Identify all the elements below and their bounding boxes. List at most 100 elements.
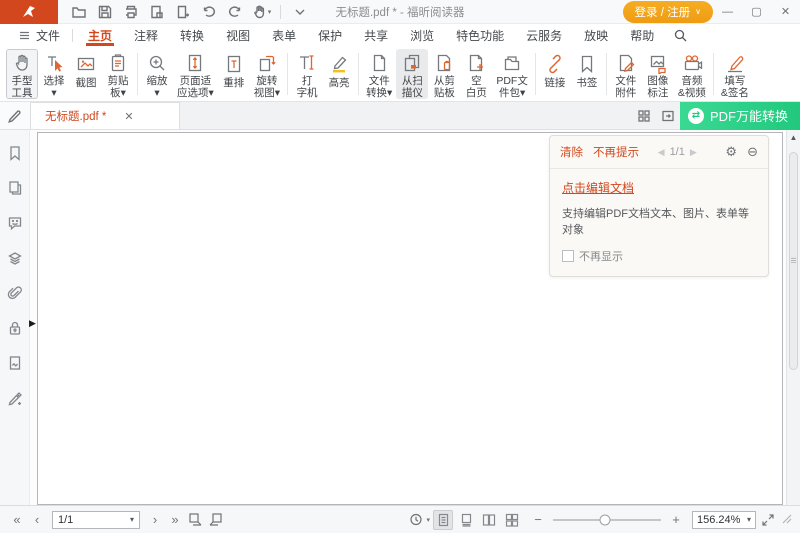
from-scanner-button[interactable]: 从扫 描仪 (396, 49, 428, 99)
zoom-button[interactable]: 缩放 ▾ (141, 49, 173, 99)
select-tool-button[interactable]: 选择 ▾ (38, 49, 70, 99)
edit-pencil-icon[interactable] (0, 102, 30, 129)
tab-close-icon[interactable]: ✕ (124, 110, 133, 123)
tab-switch-icon[interactable] (656, 105, 680, 127)
fit-page-icon (183, 52, 207, 74)
zoom-out-button[interactable]: − (529, 510, 547, 530)
redo-icon[interactable] (224, 2, 246, 22)
zoom-slider-handle[interactable] (599, 514, 610, 525)
scroll-up-icon[interactable]: ▲ (787, 133, 800, 142)
hand-tool-quick-icon[interactable]: ▾ (250, 2, 272, 22)
highlight-button[interactable]: 高亮 (323, 49, 355, 99)
reflow-button[interactable]: 重排 (218, 49, 250, 99)
fill-sign-button[interactable]: 填写 &签名 (717, 49, 753, 99)
duplicate-page-icon[interactable] (146, 2, 168, 22)
zoom-in-button[interactable]: + (667, 510, 685, 530)
autoscroll-icon[interactable]: ▾ (409, 510, 430, 530)
file-attach-button[interactable]: 文件 附件 (610, 49, 642, 99)
customize-toolbar-icon[interactable] (289, 2, 311, 22)
next-view-icon[interactable] (206, 510, 224, 530)
login-register-button[interactable]: 登录 / 注册 ∨ (623, 1, 713, 23)
panel-expand-arrow[interactable]: ▶ (29, 316, 38, 330)
menu-tab-form[interactable]: 表单 (261, 24, 307, 46)
paperclip-attach-icon[interactable] (6, 284, 24, 302)
checkbox[interactable] (562, 250, 574, 262)
page-number-input[interactable]: 1/1 ▾ (52, 511, 140, 529)
edit-document-link[interactable]: 点击编辑文档 (562, 179, 634, 196)
next-page-button[interactable]: › (146, 510, 164, 530)
menu-tab-slideshow[interactable]: 放映 (573, 24, 619, 46)
dont-remind-button[interactable]: 不再提示 (593, 144, 639, 160)
continuous-view-icon[interactable] (456, 510, 476, 530)
document-area[interactable]: ▶ 清除 不再提示 ◀ 1/1 ▶ ⚙ ⊖ 点击编辑文档 支持编辑 (30, 130, 786, 505)
pages-panel-icon[interactable] (6, 179, 24, 197)
ribbon-label: PDF文 件包▾ (496, 75, 528, 99)
tab-grid-icon[interactable] (632, 105, 656, 127)
stamp-pen-icon[interactable] (6, 389, 24, 407)
image-annot-button[interactable]: 图像 标注 (642, 49, 674, 99)
facing-view-icon[interactable] (479, 510, 499, 530)
snapshot-button[interactable]: 截图 (70, 49, 102, 99)
dont-show-checkbox-row[interactable]: 不再显示 (562, 248, 756, 264)
menu-tab-browse[interactable]: 浏览 (399, 24, 445, 46)
bookmark-panel-icon[interactable] (6, 144, 24, 162)
from-clipboard-button[interactable]: 从剪 贴板 (428, 49, 460, 99)
print-icon[interactable] (120, 2, 142, 22)
pdf-convert-button[interactable]: ⇄ PDF万能转换 (680, 102, 800, 130)
clear-button[interactable]: 清除 (560, 144, 583, 160)
maximize-button[interactable]: ▢ (742, 0, 771, 24)
document-tab[interactable]: 无标题.pdf * ✕ (30, 102, 180, 129)
menu-tab-protect[interactable]: 保护 (307, 24, 353, 46)
open-file-icon[interactable] (68, 2, 90, 22)
pdf-portfolio-button[interactable]: PDF文 件包▾ (492, 49, 532, 99)
lock-security-icon[interactable] (6, 319, 24, 337)
facing-continuous-view-icon[interactable] (502, 510, 522, 530)
blank-page-button[interactable]: 空 白页 (460, 49, 492, 99)
menu-tab-cloud[interactable]: 云服务 (515, 24, 573, 46)
menu-tab-help[interactable]: 帮助 (619, 24, 665, 46)
last-page-button[interactable]: » (166, 510, 184, 530)
menu-tab-share[interactable]: 共享 (353, 24, 399, 46)
link-button[interactable]: 链接 (539, 49, 571, 99)
ribbon-label: 文件 转换▾ (366, 75, 392, 99)
menu-tab-features[interactable]: 特色功能 (445, 24, 515, 46)
new-document-icon[interactable] (172, 2, 194, 22)
fit-page-button[interactable]: 页面适 应选项▾ (173, 49, 218, 99)
menu-tab-view[interactable]: 视图 (215, 24, 261, 46)
menu-tab-home[interactable]: 主页 (77, 24, 123, 46)
save-icon[interactable] (94, 2, 116, 22)
prev-view-icon[interactable] (186, 510, 204, 530)
search-icon[interactable] (665, 24, 696, 46)
notice-collapse-icon[interactable]: ⊖ (747, 144, 758, 160)
rotate-view-button[interactable]: 旋转 视图▾ (250, 49, 284, 99)
single-page-view-icon[interactable] (433, 510, 453, 530)
minimize-button[interactable]: — (713, 0, 742, 24)
ribbon-label: 页面适 应选项▾ (177, 75, 214, 99)
prev-page-button[interactable]: ‹ (28, 510, 46, 530)
close-button[interactable]: ✕ (771, 0, 800, 24)
notice-prev-icon[interactable]: ◀ (658, 147, 665, 158)
comment-panel-icon[interactable] (6, 214, 24, 232)
vertical-scrollbar[interactable]: ▲ ☰ (786, 130, 800, 505)
menu-tab-convert[interactable]: 转换 (169, 24, 215, 46)
bookmark-button[interactable]: 书签 (571, 49, 603, 99)
file-convert-button[interactable]: 文件 转换▾ (362, 49, 396, 99)
undo-icon[interactable] (198, 2, 220, 22)
audio-video-button[interactable]: 音频 &视频 (674, 49, 710, 99)
clipboard-button[interactable]: 剪贴 板▾ (102, 49, 134, 99)
signature-doc-icon[interactable] (6, 354, 24, 372)
notice-next-icon[interactable]: ▶ (690, 147, 697, 158)
typewriter-button[interactable]: 打 字机 (291, 49, 323, 99)
menu-tab-comment[interactable]: 注释 (123, 24, 169, 46)
layers-panel-icon[interactable] (6, 249, 24, 267)
first-page-button[interactable]: « (8, 510, 26, 530)
menu-file[interactable]: 文件 (10, 24, 68, 46)
resize-grip[interactable] (780, 512, 792, 527)
zoom-slider-track[interactable] (553, 519, 661, 521)
zoom-percent-input[interactable]: 156.24% ▾ (692, 511, 756, 529)
hand-tool-button[interactable]: 手型 工具 (6, 49, 38, 99)
scrollbar-thumb[interactable]: ☰ (789, 152, 798, 370)
image-annot-icon (646, 52, 670, 74)
fullscreen-icon[interactable] (759, 510, 777, 530)
notice-settings-gear-icon[interactable]: ⚙ (725, 144, 737, 160)
